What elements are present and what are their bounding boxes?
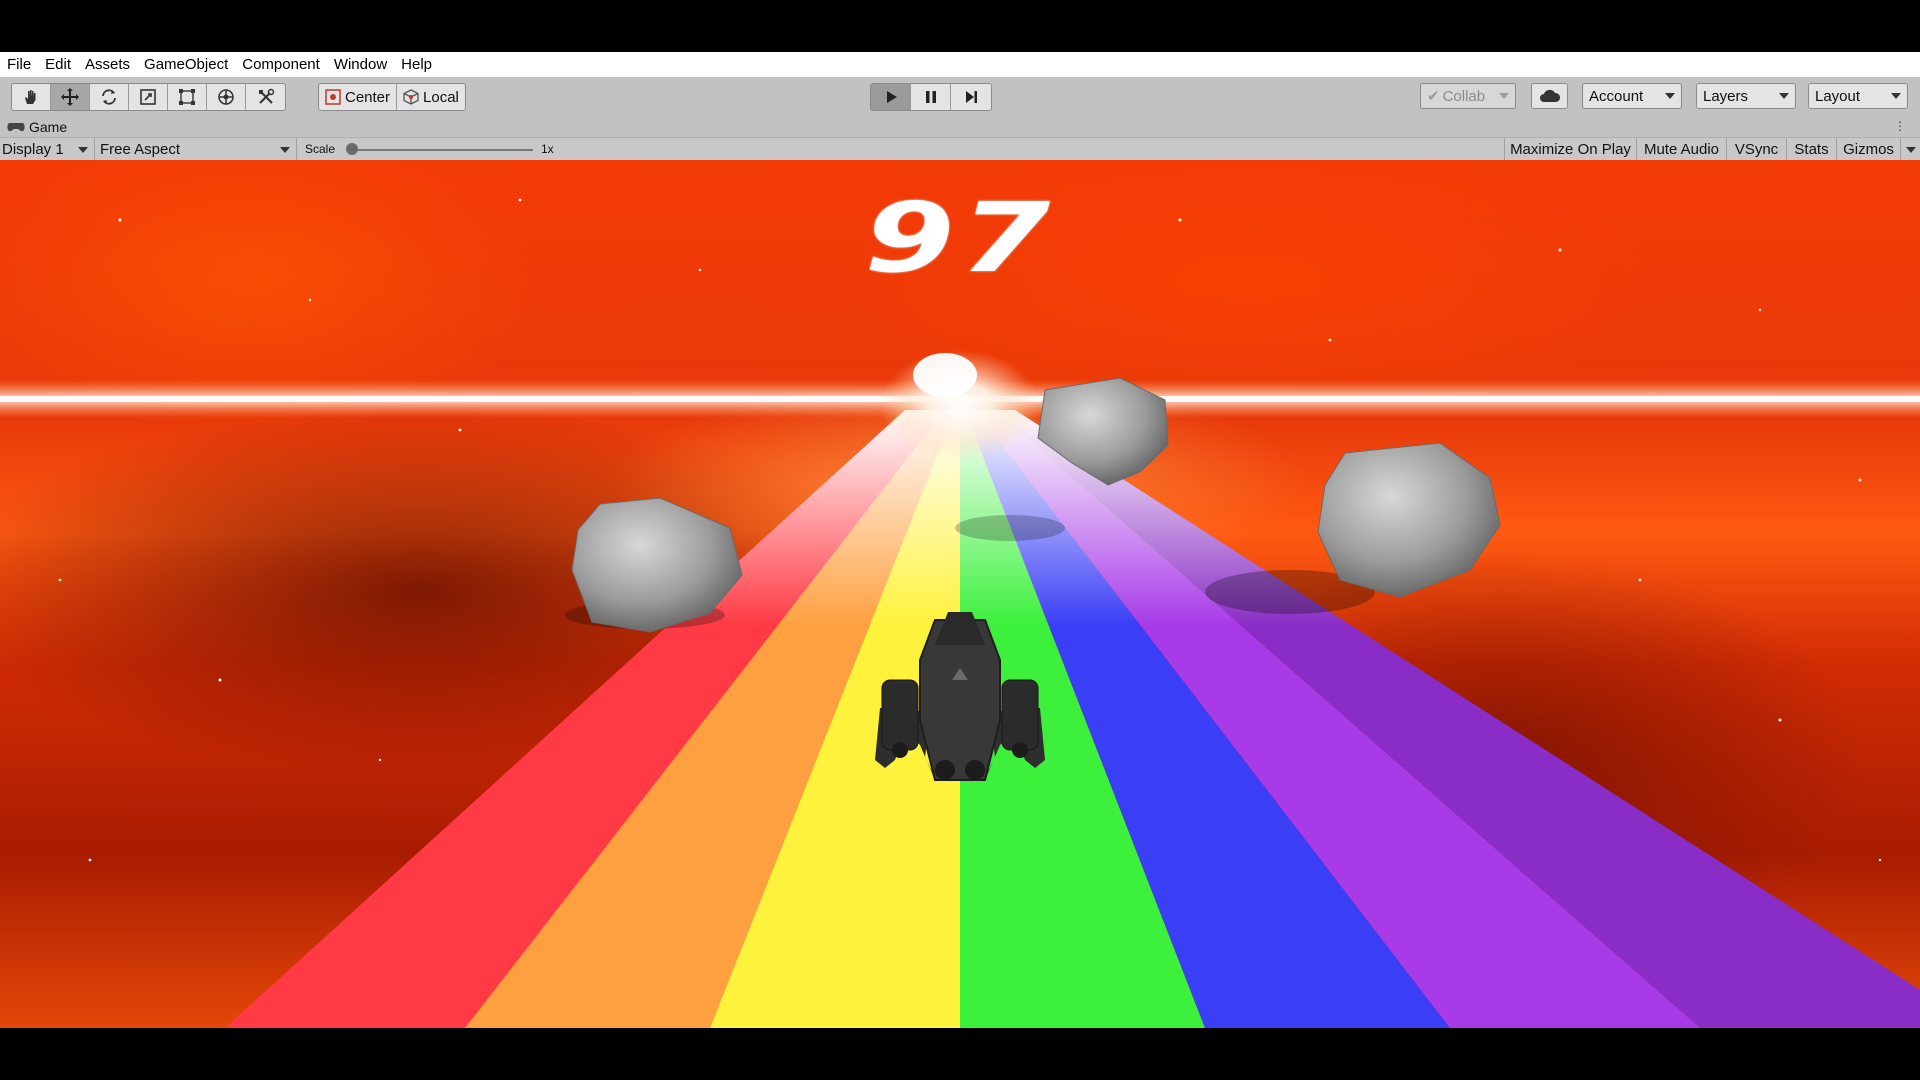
stats-toggle[interactable]: Stats xyxy=(1786,138,1836,161)
screen-letterbox-top xyxy=(0,0,1920,52)
custom-tool-button[interactable] xyxy=(246,84,285,110)
game-tab[interactable]: Game xyxy=(7,119,67,135)
layout-dropdown[interactable]: Layout xyxy=(1808,83,1908,109)
display-label: Display 1 xyxy=(2,141,64,158)
aspect-dropdown[interactable]: Free Aspect xyxy=(97,138,297,161)
mute-audio-label: Mute Audio xyxy=(1643,141,1720,158)
vsync-label: VSync xyxy=(1734,141,1779,158)
chevron-down-icon xyxy=(1665,93,1675,99)
play-icon xyxy=(886,91,897,103)
rect-tool-icon xyxy=(179,89,195,105)
vsync-toggle[interactable]: VSync xyxy=(1726,138,1786,161)
asteroid xyxy=(1317,442,1501,598)
collab-label: Collab xyxy=(1442,87,1486,105)
pivot-local-label: Local xyxy=(423,88,459,106)
display-dropdown[interactable]: Display 1 xyxy=(0,138,95,161)
layout-label: Layout xyxy=(1815,87,1861,105)
menu-edit[interactable]: Edit xyxy=(38,52,78,77)
check-icon: ✔ xyxy=(1427,88,1440,105)
game-viewport[interactable]: 97 xyxy=(0,160,1920,1028)
cloud-button[interactable] xyxy=(1531,83,1568,109)
maximize-on-play-label: Maximize On Play xyxy=(1510,141,1631,158)
cube-icon xyxy=(403,89,419,105)
hand-tool-icon xyxy=(25,90,36,104)
pause-button[interactable] xyxy=(911,84,951,110)
game-tab-label: Game xyxy=(29,119,68,135)
step-icon xyxy=(966,91,977,103)
step-button[interactable] xyxy=(951,84,991,110)
gizmos-dropdown[interactable] xyxy=(1900,138,1920,161)
rotate-tool-button[interactable] xyxy=(90,84,129,110)
pivot-center-icon xyxy=(325,89,341,105)
menu-assets[interactable]: Assets xyxy=(78,52,137,77)
transform-tools xyxy=(11,83,286,111)
scale-slider-track[interactable] xyxy=(352,149,533,151)
screen-letterbox-bottom xyxy=(0,1028,1920,1080)
scale-tool-icon xyxy=(140,89,156,105)
gizmos-label: Gizmos xyxy=(1843,141,1894,158)
menu-window[interactable]: Window xyxy=(327,52,394,77)
layers-label: Layers xyxy=(1703,87,1749,105)
menu-component[interactable]: Component xyxy=(235,52,327,77)
menu-gameobject[interactable]: GameObject xyxy=(137,52,235,77)
gamepad-icon xyxy=(7,123,25,132)
gizmos-toggle[interactable]: Gizmos xyxy=(1836,138,1900,161)
move-tool-button[interactable] xyxy=(51,84,90,110)
stats-label: Stats xyxy=(1794,141,1829,158)
layers-dropdown[interactable]: Layers xyxy=(1696,83,1796,109)
chevron-down-icon xyxy=(1906,147,1916,153)
rect-tool-button[interactable] xyxy=(168,84,207,110)
cloud-icon xyxy=(1539,89,1560,102)
playback-controls xyxy=(870,83,992,111)
rotate-tool-icon xyxy=(102,89,116,105)
chevron-down-icon xyxy=(78,147,88,153)
chevron-down-icon xyxy=(280,147,290,153)
aspect-label: Free Aspect xyxy=(100,141,181,158)
chevron-down-icon xyxy=(1499,93,1509,99)
pivot-center-label: Center xyxy=(345,88,391,106)
transform-tool-icon xyxy=(218,89,234,105)
game-view-header: Game ⋮ Display 1 Free Aspect Scale 1x Ma… xyxy=(0,115,1920,161)
scale-slider-handle[interactable] xyxy=(346,143,358,155)
transform-tool-button[interactable] xyxy=(207,84,246,110)
score-counter: 97 xyxy=(864,182,1056,294)
scale-value: 1x xyxy=(541,142,554,156)
account-dropdown[interactable]: Account xyxy=(1582,83,1682,109)
scale-label: Scale xyxy=(305,142,336,156)
maximize-on-play-toggle[interactable]: Maximize On Play xyxy=(1504,138,1636,161)
pause-icon xyxy=(925,91,936,103)
chevron-down-icon xyxy=(1779,93,1789,99)
asteroid-shadow xyxy=(955,515,1065,541)
game-view-toolbar: Display 1 Free Aspect Scale 1x Maximize … xyxy=(0,137,1920,161)
account-label: Account xyxy=(1589,87,1644,105)
main-toolbar: Center Local ✔ Collab Account Layers Lay… xyxy=(0,77,1920,115)
menu-bar: File Edit Assets GameObject Component Wi… xyxy=(0,52,1920,77)
move-tool-icon xyxy=(61,88,79,106)
chevron-down-icon xyxy=(1891,93,1901,99)
menu-file[interactable]: File xyxy=(0,52,38,77)
scale-tool-button[interactable] xyxy=(129,84,168,110)
play-button[interactable] xyxy=(871,84,911,110)
menu-help[interactable]: Help xyxy=(394,52,439,77)
tab-menu-icon[interactable]: ⋮ xyxy=(1894,119,1906,133)
pivot-local-button[interactable]: Local xyxy=(397,84,465,110)
pivot-tools: Center Local xyxy=(318,83,466,111)
hand-tool-button[interactable] xyxy=(12,84,51,110)
collab-dropdown[interactable]: ✔ Collab xyxy=(1420,83,1516,109)
mute-audio-toggle[interactable]: Mute Audio xyxy=(1636,138,1726,161)
custom-tool-icon xyxy=(258,88,274,104)
pivot-center-button[interactable]: Center xyxy=(319,84,398,110)
rainbow-road xyxy=(225,410,1920,1028)
